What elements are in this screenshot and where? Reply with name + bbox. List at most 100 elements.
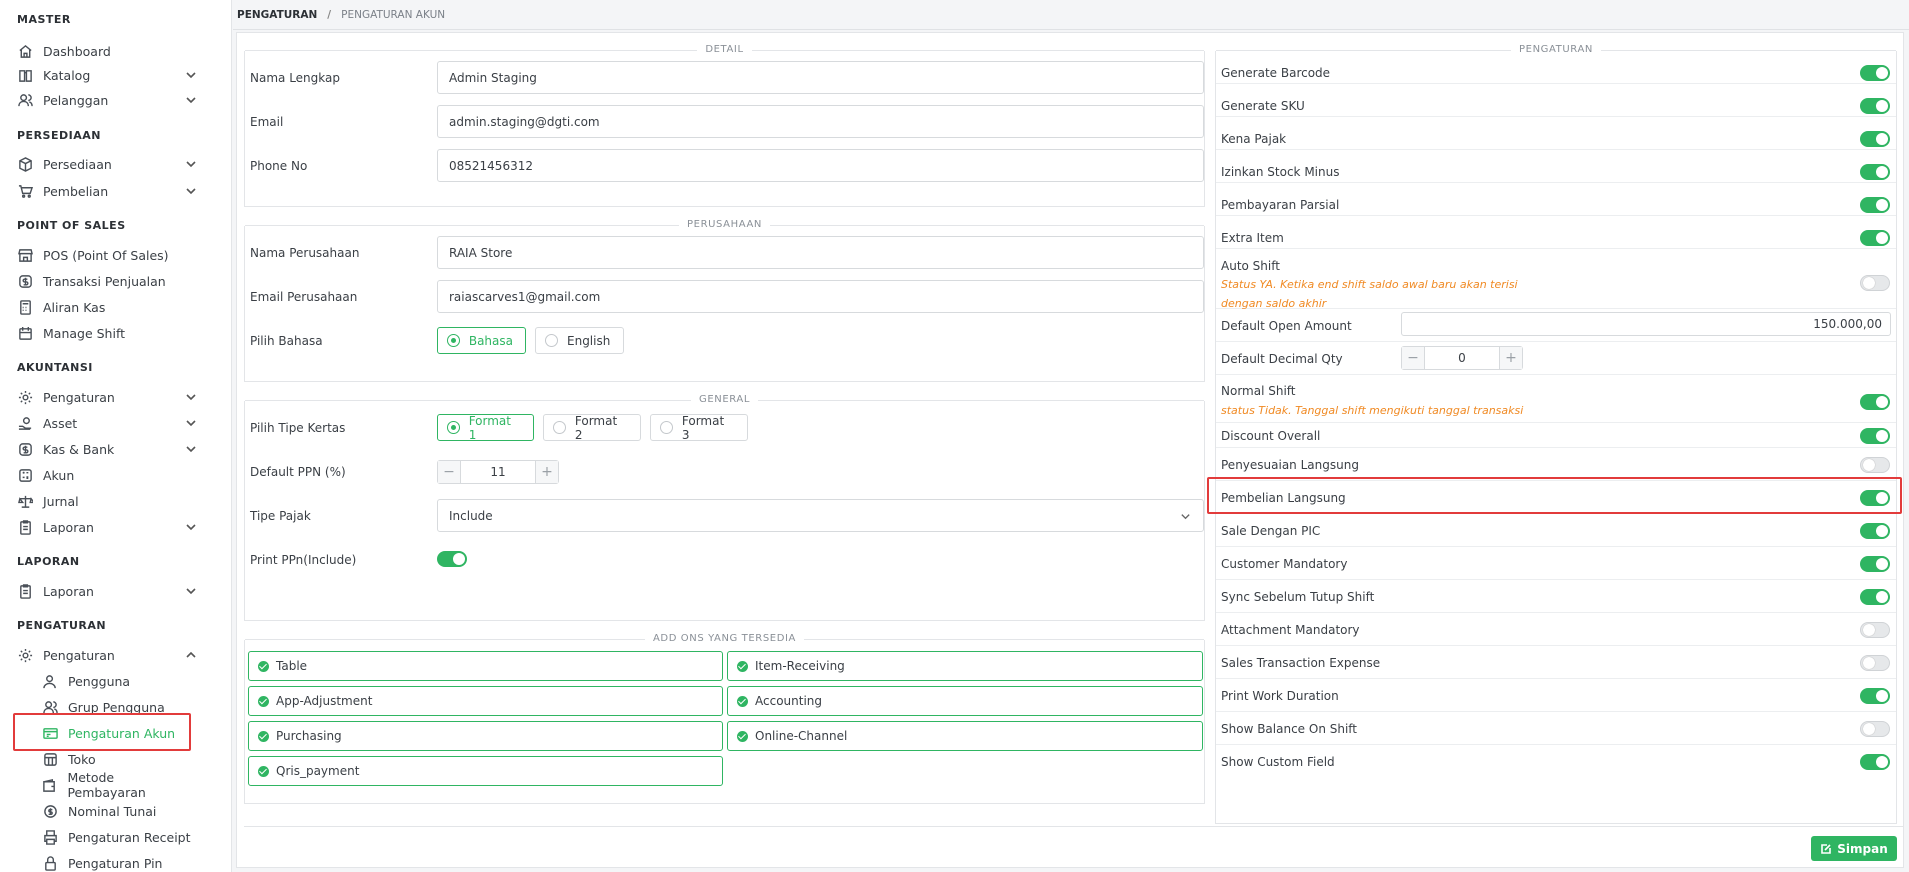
sidebar-item-label: Pengguna — [68, 673, 131, 689]
printer-icon — [42, 829, 58, 845]
ppn-stepper[interactable]: − 11 + — [437, 460, 559, 484]
sidebar-item-metode-pembayaran[interactable]: Metode Pembayaran — [42, 770, 192, 800]
sidebar-item-akun[interactable]: Akun — [17, 464, 197, 486]
attachment-mandatory-toggle[interactable] — [1860, 622, 1890, 638]
minus-button[interactable]: − — [1402, 347, 1424, 369]
chevron-down-icon — [185, 391, 197, 403]
sidebar-item-manage-shift[interactable]: Manage Shift — [17, 322, 197, 344]
sidebar-item-kas-bank[interactable]: Kas & Bank — [17, 438, 197, 460]
sidebar-item-transaksi[interactable]: Transaksi Penjualan — [17, 270, 197, 292]
decimal-qty-stepper[interactable]: − 0 + — [1401, 346, 1523, 370]
chevron-down-icon — [185, 585, 197, 597]
extra-item-toggle[interactable] — [1860, 230, 1890, 246]
sidebar-item-nominal-tunai[interactable]: Nominal Tunai — [42, 800, 192, 822]
pengaturan-card: PENGATURAN Generate Barcode Generate SKU… — [1215, 44, 1897, 824]
simpan-button[interactable]: Simpan — [1811, 836, 1897, 861]
generate-barcode-toggle[interactable] — [1860, 65, 1890, 81]
sidebar-item-laporan-akuntansi[interactable]: Laporan — [17, 516, 197, 538]
show-balance-toggle[interactable] — [1860, 721, 1890, 737]
email-input[interactable]: admin.staging@dgti.com — [437, 105, 1204, 138]
sidebar-item-asset[interactable]: Asset — [17, 412, 197, 434]
sidebar-item-dashboard[interactable]: Dashboard — [17, 40, 197, 62]
sidebar-item-pengaturan-receipt[interactable]: Pengaturan Receipt — [42, 826, 192, 848]
sidebar-item-label: Metode Pembayaran — [67, 770, 146, 800]
pembayaran-parsial-toggle[interactable] — [1860, 197, 1890, 213]
sidebar-item-persediaan[interactable]: Persediaan — [17, 153, 197, 175]
addon-qris-payment[interactable]: Qris_payment — [248, 756, 723, 786]
minus-button[interactable]: − — [438, 461, 460, 483]
section-pos: POINT OF SALES — [17, 219, 126, 232]
sidebar-item-pengaturan[interactable]: Pengaturan — [17, 644, 197, 666]
detail-title: DETAIL — [245, 44, 1204, 55]
plus-button[interactable]: + — [536, 461, 558, 483]
check-icon — [737, 695, 748, 707]
normal-shift-toggle[interactable] — [1860, 394, 1890, 410]
setting-label: Penyesuaian Langsung — [1221, 458, 1359, 472]
plus-button[interactable]: + — [1500, 347, 1522, 369]
radio-label: Bahasa — [468, 333, 513, 348]
sale-dengan-pic-toggle[interactable] — [1860, 523, 1890, 539]
addon-item-receiving[interactable]: Item-Receiving — [727, 651, 1203, 681]
sync-sebelum-toggle[interactable] — [1860, 589, 1890, 605]
addon-app-adjustment[interactable]: App-Adjustment — [248, 686, 723, 716]
addon-table[interactable]: Table — [248, 651, 723, 681]
breadcrumb-root[interactable]: PENGATURAN — [237, 9, 317, 21]
kena-pajak-toggle[interactable] — [1860, 131, 1890, 147]
addon-purchasing[interactable]: Purchasing — [248, 721, 723, 751]
nama-lengkap-input[interactable]: Admin Staging — [437, 61, 1204, 94]
generate-sku-toggle[interactable] — [1860, 98, 1890, 114]
addon-accounting[interactable]: Accounting — [727, 686, 1203, 716]
detail-card: DETAIL Nama Lengkap Admin Staging Email … — [244, 44, 1205, 207]
radio-bahasa[interactable]: Bahasa — [437, 327, 526, 354]
sidebar-item-label: Aliran Kas — [43, 299, 106, 315]
sidebar-item-pengguna[interactable]: Pengguna — [42, 670, 192, 692]
sidebar: MASTER Dashboard Katalog Pelanggan PERSE… — [0, 0, 232, 872]
tipe-pajak-select[interactable]: Include — [437, 499, 1204, 532]
ppn-value[interactable]: 11 — [460, 461, 536, 483]
radio-format-1[interactable]: Format 1 — [437, 413, 534, 442]
highlight-box — [13, 713, 191, 751]
default-open-amount-input[interactable]: 150.000,00 — [1401, 312, 1891, 336]
sidebar-item-label: Pelanggan — [43, 92, 109, 108]
nama-perusahaan-input[interactable]: RAIA Store — [437, 236, 1204, 269]
cart-icon — [17, 183, 33, 199]
radio-format-2[interactable]: Format 2 — [543, 414, 641, 442]
sidebar-item-laporan[interactable]: Laporan — [17, 580, 197, 602]
auto-shift-toggle[interactable] — [1860, 275, 1890, 291]
sidebar-item-jurnal[interactable]: Jurnal — [17, 490, 197, 512]
tipe-kertas-label: Pilih Tipe Kertas — [250, 421, 346, 435]
radio-format-3[interactable]: Format 3 — [650, 414, 748, 442]
decimal-qty-value[interactable]: 0 — [1424, 347, 1500, 369]
sidebar-item-pos[interactable]: POS (Point Of Sales) — [17, 244, 197, 266]
sidebar-item-label: POS (Point Of Sales) — [43, 247, 169, 263]
print-ppn-toggle[interactable] — [437, 551, 467, 567]
addon-online-channel[interactable]: Online-Channel — [727, 721, 1203, 751]
customer-mandatory-toggle[interactable] — [1860, 556, 1890, 572]
setting-show-balance-on-shift: Show Balance On Shift — [1216, 712, 1896, 745]
sidebar-item-pembelian[interactable]: Pembelian — [17, 180, 197, 202]
radio-english[interactable]: English — [535, 327, 624, 354]
sidebar-item-pelanggan[interactable]: Pelanggan — [17, 89, 197, 111]
radio-label: English — [567, 333, 611, 348]
penyesuaian-langsung-toggle[interactable] — [1860, 457, 1890, 473]
radio-label: Format 1 — [468, 413, 511, 442]
chevron-down-icon — [185, 521, 197, 533]
discount-overall-toggle[interactable] — [1860, 428, 1890, 444]
sidebar-item-toko[interactable]: Toko — [42, 748, 192, 770]
setting-label: Generate SKU — [1221, 99, 1305, 113]
setting-sale-dengan-pic: Sale Dengan PIC — [1216, 514, 1896, 547]
show-custom-field-toggle[interactable] — [1860, 754, 1890, 770]
izinkan-stock-toggle[interactable] — [1860, 164, 1890, 180]
print-work-duration-toggle[interactable] — [1860, 688, 1890, 704]
sidebar-item-katalog[interactable]: Katalog — [17, 64, 197, 86]
sales-transaction-expense-toggle[interactable] — [1860, 655, 1890, 671]
setting-default-decimal-qty: Default Decimal Qty − 0 + — [1216, 342, 1896, 375]
sidebar-item-pengaturan-akuntansi[interactable]: Pengaturan — [17, 386, 197, 408]
sidebar-item-label: Dashboard — [43, 43, 111, 59]
sidebar-item-aliran-kas[interactable]: Aliran Kas — [17, 296, 197, 318]
email-perusahaan-input[interactable]: raiascarves1@gmail.com — [437, 280, 1204, 313]
setting-label: Sale Dengan PIC — [1221, 524, 1321, 538]
sidebar-item-pengaturan-pin[interactable]: Pengaturan Pin — [42, 852, 192, 872]
phone-input[interactable]: 08521456312 — [437, 149, 1204, 182]
gear-icon — [17, 647, 33, 663]
